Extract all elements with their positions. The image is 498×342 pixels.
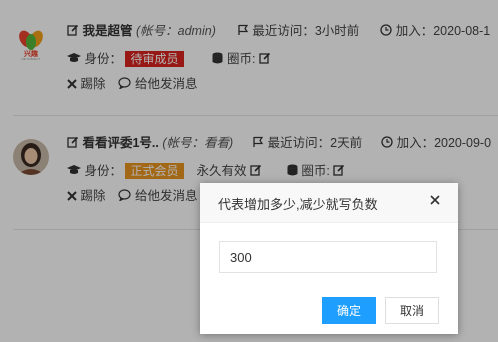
- coin-amount-input[interactable]: [219, 241, 437, 273]
- confirm-button[interactable]: 确定: [322, 297, 376, 324]
- dialog-header: 代表增加多少,减少就写负数: [200, 183, 458, 223]
- close-icon[interactable]: [428, 193, 442, 207]
- cancel-button[interactable]: 取消: [385, 297, 439, 324]
- adjust-coins-dialog: 代表增加多少,减少就写负数 确定 取消: [200, 183, 458, 334]
- dialog-title: 代表增加多少,减少就写负数: [218, 197, 378, 212]
